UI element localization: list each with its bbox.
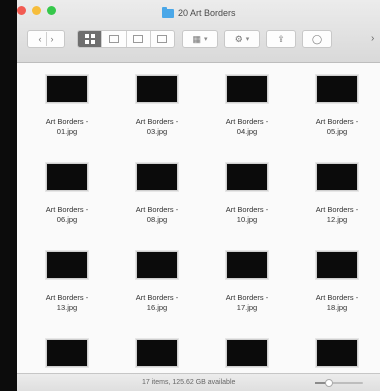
file-item[interactable]: Art Borders - 03.jpg	[117, 75, 197, 137]
window-controls	[17, 6, 56, 15]
share-icon: ⇪	[277, 33, 285, 44]
file-name: Art Borders - 06.jpg	[45, 205, 89, 224]
image-thumbnail[interactable]	[316, 339, 358, 367]
file-name: Art Borders - 05.jpg	[315, 117, 359, 136]
close-button[interactable]	[17, 6, 26, 15]
file-name: Art Borders - 08.jpg	[135, 205, 179, 224]
image-thumbnail[interactable]	[46, 339, 88, 367]
file-name: Art Borders - 17.jpg	[225, 293, 269, 312]
action-button[interactable]: ⚙ ▾	[224, 30, 260, 48]
status-bar: 17 items, 125.62 GB available	[17, 373, 380, 391]
image-thumbnail[interactable]	[226, 163, 268, 191]
image-thumbnail[interactable]	[226, 339, 268, 367]
image-thumbnail[interactable]	[46, 163, 88, 191]
file-name: Art Borders - 16.jpg	[135, 293, 179, 312]
file-item[interactable]: Art Borders - 06.jpg	[27, 163, 107, 225]
image-thumbnail[interactable]	[316, 75, 358, 103]
file-grid: Art Borders - 01.jpg Art Borders - 03.jpg…	[17, 63, 380, 373]
file-name: Art Borders - 12.jpg	[315, 205, 359, 224]
folder-icon	[162, 6, 174, 18]
file-name: Art Borders - 13.jpg	[45, 293, 89, 312]
file-name: Art Borders - 10.jpg	[225, 205, 269, 224]
file-name: Art Borders - 04.jpg	[225, 117, 269, 136]
divider	[45, 32, 47, 46]
tag-button[interactable]: ◯	[302, 30, 332, 48]
gear-icon: ⚙	[234, 33, 243, 44]
file-item[interactable]	[27, 339, 107, 367]
share-button[interactable]: ⇪	[266, 30, 296, 48]
finder-window: 20 Art Borders ‹ › ▦ ▾ ⚙ ▾ ⇪ ◯ › Art Bor…	[17, 0, 380, 391]
file-item[interactable]: Art Borders - 17.jpg	[207, 251, 287, 313]
file-item[interactable]	[207, 339, 287, 367]
gallery-view-icon	[157, 35, 168, 43]
desktop-background	[0, 0, 17, 391]
file-item[interactable]: Art Borders - 16.jpg	[117, 251, 197, 313]
minimize-button[interactable]	[32, 6, 41, 15]
arrange-button[interactable]: ▦ ▾	[182, 30, 218, 48]
image-thumbnail[interactable]	[316, 251, 358, 279]
image-thumbnail[interactable]	[46, 251, 88, 279]
icon-size-slider[interactable]	[315, 379, 363, 387]
image-thumbnail[interactable]	[226, 75, 268, 103]
file-name: Art Borders - 18.jpg	[315, 293, 359, 312]
gallery-view-button[interactable]	[151, 31, 174, 47]
chevron-down-icon: ▾	[204, 36, 208, 43]
toolbar: ‹ › ▦ ▾ ⚙ ▾ ⇪ ◯ ›	[17, 30, 380, 52]
image-thumbnail[interactable]	[136, 163, 178, 191]
slider-knob[interactable]	[325, 379, 334, 387]
icon-view-icon	[84, 34, 95, 44]
chevron-down-icon: ▾	[245, 36, 250, 43]
image-thumbnail[interactable]	[136, 251, 178, 279]
zoom-button[interactable]	[47, 6, 56, 15]
status-text: 17 items, 125.62 GB available	[142, 379, 236, 386]
icon-view-button[interactable]	[78, 31, 103, 47]
column-view-button[interactable]	[127, 31, 151, 47]
file-item[interactable]: Art Borders - 04.jpg	[207, 75, 287, 137]
chevron-left-icon[interactable]: ‹	[39, 34, 42, 44]
tag-icon: ◯	[311, 33, 323, 44]
image-thumbnail[interactable]	[136, 339, 178, 367]
window-title: 20 Art Borders	[162, 6, 236, 20]
image-thumbnail[interactable]	[136, 75, 178, 103]
list-view-icon	[108, 35, 119, 43]
file-item[interactable]: Art Borders - 01.jpg	[27, 75, 107, 137]
view-mode-control	[77, 30, 175, 48]
file-name: Art Borders - 01.jpg	[45, 117, 89, 136]
column-view-icon	[133, 35, 144, 43]
file-name: Art Borders - 03.jpg	[135, 117, 179, 136]
file-item[interactable]: Art Borders - 10.jpg	[207, 163, 287, 225]
image-thumbnail[interactable]	[46, 75, 88, 103]
title-bar: 20 Art Borders ‹ › ▦ ▾ ⚙ ▾ ⇪ ◯ ›	[17, 0, 380, 63]
file-item[interactable]: Art Borders - 08.jpg	[117, 163, 197, 225]
file-item[interactable]	[297, 339, 377, 367]
toolbar-overflow-button[interactable]: ›	[371, 33, 374, 44]
list-view-button[interactable]	[102, 31, 127, 47]
window-title-text: 20 Art Borders	[178, 8, 236, 18]
file-item[interactable]	[117, 339, 197, 367]
chevron-right-icon[interactable]: ›	[51, 34, 54, 44]
file-item[interactable]: Art Borders - 18.jpg	[297, 251, 377, 313]
file-item[interactable]: Art Borders - 05.jpg	[297, 75, 377, 137]
image-thumbnail[interactable]	[316, 163, 358, 191]
file-item[interactable]: Art Borders - 13.jpg	[27, 251, 107, 313]
arrange-grid-icon: ▦	[192, 33, 201, 44]
back-forward-control: ‹ ›	[27, 30, 65, 48]
file-item[interactable]: Art Borders - 12.jpg	[297, 163, 377, 225]
image-thumbnail[interactable]	[226, 251, 268, 279]
